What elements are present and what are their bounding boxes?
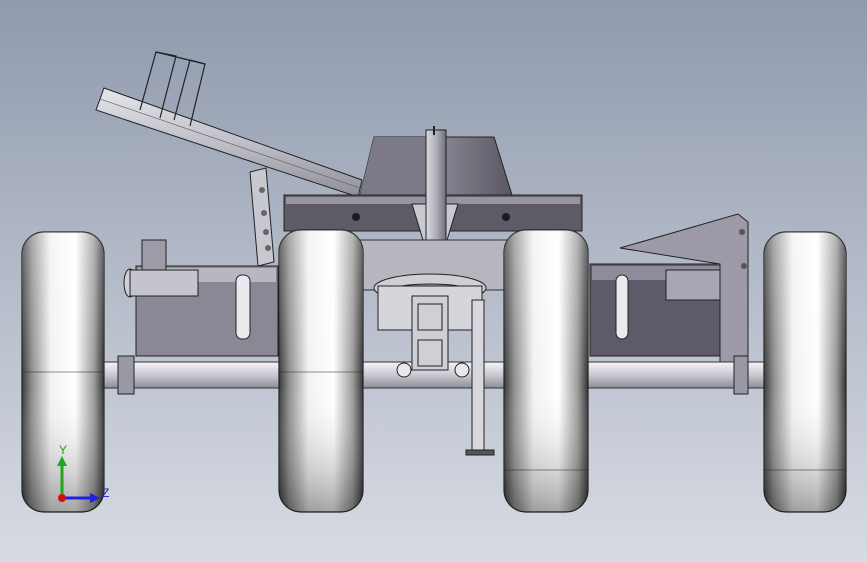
motor-block-right[interactable] xyxy=(589,263,727,357)
wheel-left-inner[interactable] xyxy=(278,229,364,513)
motor-block-left[interactable] xyxy=(123,239,279,357)
z-axis-arrowhead xyxy=(90,493,100,503)
handle-frame[interactable] xyxy=(95,87,363,198)
x-axis-point xyxy=(58,494,66,502)
cad-viewport[interactable]: Y Z xyxy=(0,0,867,562)
y-axis-label: Y xyxy=(59,443,68,457)
wheel-right-outer[interactable] xyxy=(763,231,847,513)
z-axis-label: Z xyxy=(102,486,110,500)
cart-assembly-model[interactable] xyxy=(0,0,867,562)
wheel-right-inner[interactable] xyxy=(503,229,589,513)
handle-link-plate[interactable] xyxy=(249,167,275,267)
coordinate-triad: Y Z xyxy=(48,440,118,510)
y-axis-arrowhead xyxy=(57,456,67,466)
